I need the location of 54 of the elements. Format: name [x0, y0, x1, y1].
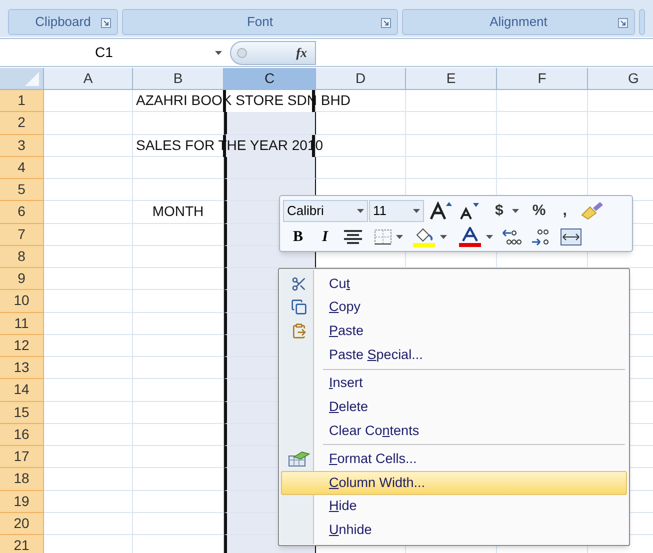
formula-function-button[interactable]: fx [230, 40, 316, 64]
menu-item[interactable]: Unhide [281, 518, 627, 542]
row-header[interactable]: 8 [0, 246, 44, 268]
cell-text: MONTH [152, 202, 204, 222]
row-header[interactable]: 6 [0, 201, 44, 224]
format-button[interactable]: $ [491, 200, 508, 222]
menu-item[interactable]: Clear Contents [281, 418, 627, 442]
group-label: Font [246, 13, 273, 32]
fx-label: fx [296, 44, 307, 62]
format-button[interactable]: % [528, 200, 550, 222]
menu-item[interactable]: Paste Special... [281, 342, 627, 367]
row-header[interactable]: 15 [0, 402, 44, 424]
menu-item[interactable]: Copy [281, 296, 627, 320]
row-header[interactable]: 16 [0, 424, 44, 446]
column-header[interactable]: A [44, 68, 133, 89]
menu-item[interactable]: Cut [281, 272, 627, 296]
font-name-dropdown[interactable]: Calibri [283, 200, 368, 222]
column-header[interactable]: G [588, 68, 653, 89]
row-header[interactable]: 11 [0, 312, 44, 335]
menu-item[interactable]: Format Cells... [281, 447, 627, 472]
row-header[interactable]: 12 [0, 334, 44, 357]
group-label: Clipboard [35, 13, 91, 32]
row-header[interactable]: 10 [0, 290, 44, 312]
row-header[interactable]: 2 [0, 112, 44, 134]
menu-item[interactable]: Delete [281, 395, 627, 419]
row-header[interactable]: 17 [0, 446, 44, 468]
column-header[interactable]: E [406, 68, 497, 89]
row-header[interactable]: 20 [0, 512, 44, 535]
row-header[interactable]: 21 [0, 535, 44, 553]
row-header[interactable]: 7 [0, 224, 44, 246]
row-header[interactable]: 5 [0, 179, 44, 202]
menu-item[interactable]: Hide [281, 494, 627, 518]
column-header[interactable]: B [133, 68, 224, 89]
column-header[interactable]: F [497, 68, 588, 89]
bold-button[interactable]: B [287, 226, 309, 248]
row-header[interactable]: 18 [0, 468, 44, 490]
font-size-dropdown[interactable]: 11 [369, 200, 424, 222]
name-box-value: C1 [95, 43, 113, 62]
row-header[interactable]: 13 [0, 357, 44, 380]
group-label: Alignment [490, 13, 548, 32]
menu-item[interactable]: Paste [281, 319, 627, 343]
italic-button[interactable]: I [314, 226, 336, 248]
row-header[interactable]: 1 [0, 90, 44, 112]
name-box[interactable]: C1 [0, 39, 230, 66]
row-header[interactable]: 19 [0, 490, 44, 513]
row-header[interactable]: 9 [0, 268, 44, 290]
row-header[interactable]: 4 [0, 156, 44, 179]
row-header[interactable]: 3 [0, 134, 44, 157]
format-button[interactable]: , [558, 200, 571, 222]
column-header[interactable]: C [224, 68, 316, 89]
row-header[interactable]: 14 [0, 379, 44, 402]
menu-item[interactable]: Column Width... [281, 471, 627, 495]
column-header[interactable]: D [316, 68, 406, 89]
menu-item[interactable]: Insert [281, 372, 627, 396]
